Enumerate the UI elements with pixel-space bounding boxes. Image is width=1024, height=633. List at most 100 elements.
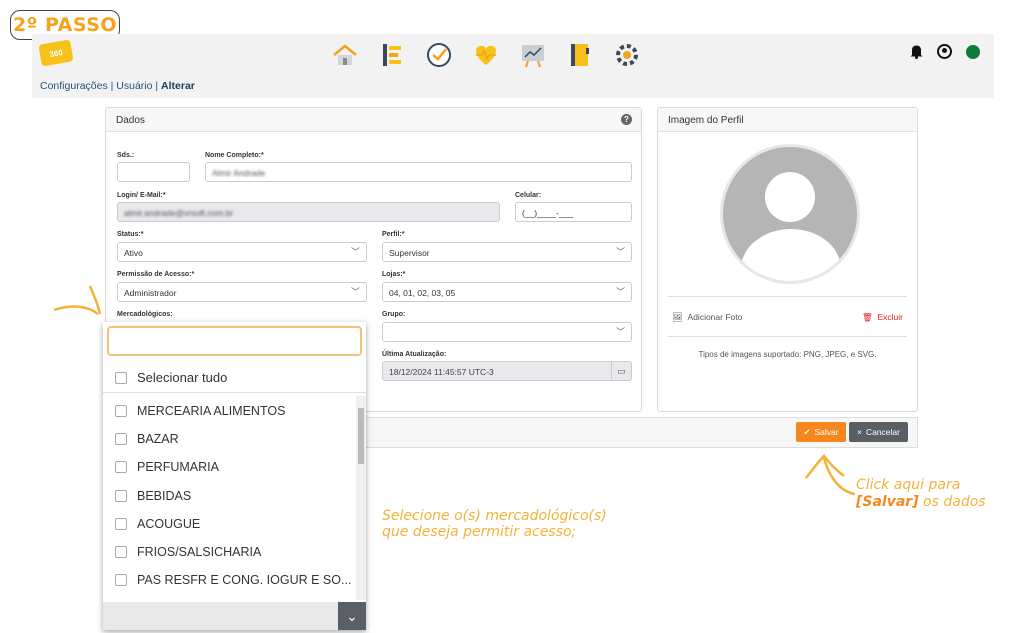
- chevron-down-icon: ﹀: [615, 327, 625, 337]
- checkbox[interactable]: [115, 433, 127, 446]
- chevron-down-icon: ﹀: [350, 247, 360, 257]
- select-all-option[interactable]: Selecionar tudo: [103, 363, 366, 393]
- login-field: almir.andrade@vrsoft.com.br: [117, 202, 500, 222]
- app-logo[interactable]: 360: [38, 39, 74, 67]
- list-item[interactable]: BEBIDAS: [103, 482, 356, 510]
- user-account-icon[interactable]: [937, 44, 952, 59]
- checkbox[interactable]: [115, 517, 127, 530]
- perfil-value: Supervisor: [389, 248, 430, 258]
- cancel-button[interactable]: × Cancelar: [849, 422, 908, 442]
- login-label: Login/ E-Mail:*: [117, 192, 166, 199]
- celular-label: Celular:: [515, 192, 542, 199]
- permissao-value: Administrador: [124, 288, 177, 298]
- select-all-label: Selecionar tudo: [137, 370, 228, 385]
- avatar: [720, 144, 860, 284]
- ultima-field: 18/12/2024 11:45:57 UTC-3 ▭: [382, 361, 632, 381]
- checkbox[interactable]: [115, 546, 127, 559]
- chevron-down-icon: ﹀: [615, 247, 625, 257]
- image-icon: 🖼: [672, 312, 683, 322]
- sds-field[interactable]: [117, 162, 190, 182]
- notebook-icon[interactable]: [565, 40, 595, 70]
- option-label: FRIOS/SALSICHARIA: [137, 545, 262, 560]
- status-select[interactable]: Ativo ﹀: [117, 242, 367, 262]
- sds-label: Sds.:: [117, 152, 135, 159]
- mercadologicos-dropdown: Selecionar tudo MERCEARIA ALIMENTOS BAZA…: [103, 322, 366, 630]
- option-label: ACOUGUE: [137, 516, 201, 531]
- trash-icon: 🗑: [861, 312, 873, 322]
- lojas-select[interactable]: 04, 01, 02, 03, 05 ﹀: [382, 282, 632, 302]
- calendar-icon[interactable]: ▭: [611, 362, 631, 380]
- check-icon[interactable]: [424, 40, 454, 70]
- save-label: Salvar: [814, 427, 839, 437]
- save-button[interactable]: ✔ Salvar: [796, 422, 846, 442]
- nome-value: Almir Andrade: [212, 168, 266, 178]
- breadcrumb: Configurações | Usuário | Alterar: [32, 76, 994, 98]
- mercadologicos-label: Mercadológicos:: [117, 311, 173, 318]
- list-item[interactable]: PAS RESFR E CONG. IOGUR E SO...: [103, 566, 356, 594]
- annotation-line: que deseja permitir acesso;: [382, 524, 577, 540]
- list-item[interactable]: MERCEARIA ALIMENTOS: [103, 397, 356, 425]
- nome-label: Nome Completo:*: [205, 152, 264, 159]
- annotation-line: Selecione o(s) mercadológico(s): [382, 508, 607, 524]
- check-icon: ✔: [803, 426, 811, 437]
- cancel-label: Cancelar: [865, 427, 900, 437]
- divider: [668, 336, 907, 337]
- list-item[interactable]: ACOUGUE: [103, 510, 356, 538]
- perfil-panel: Imagem do Perfil 🖼 Adicionar Foto 🗑 Excl…: [657, 107, 918, 412]
- grupo-label: Grupo:: [382, 311, 406, 318]
- delete-photo-button[interactable]: 🗑 Excluir: [862, 312, 903, 323]
- health-heart-icon[interactable]: [471, 40, 501, 70]
- dropdown-footer: ⌄: [103, 602, 366, 630]
- option-label: BEBIDAS: [137, 488, 192, 503]
- grupo-select[interactable]: ﹀: [382, 322, 632, 342]
- chevron-down-icon: ﹀: [350, 287, 360, 297]
- chevron-down-icon: ﹀: [615, 287, 625, 297]
- chevron-down-icon[interactable]: ⌄: [338, 602, 366, 630]
- dados-panel-header: Dados ?: [106, 108, 641, 132]
- checkbox[interactable]: [115, 489, 127, 502]
- annotation-arrow-save: [805, 454, 856, 496]
- list-item[interactable]: BAZAR: [103, 425, 356, 453]
- annotation-save-text: Click aqui para [Salvar] os dados: [856, 477, 986, 511]
- top-navbar: 360: [32, 34, 994, 76]
- checkbox[interactable]: [115, 461, 127, 474]
- dropdown-search-input[interactable]: [107, 326, 362, 356]
- perfil-select[interactable]: Supervisor ﹀: [382, 242, 632, 262]
- list-icon[interactable]: [377, 40, 407, 70]
- dados-title: Dados: [116, 115, 145, 126]
- checkbox[interactable]: [115, 371, 127, 384]
- perfil-label: Perfil:*: [382, 231, 405, 238]
- permissao-select[interactable]: Administrador ﹀: [117, 282, 367, 302]
- celular-field[interactable]: (__)____-___: [515, 202, 632, 222]
- online-status-dot: [966, 44, 980, 59]
- option-label: PERFUMARIA: [137, 460, 219, 475]
- add-photo-label: Adicionar Foto: [687, 312, 743, 322]
- ultima-value: 18/12/2024 11:45:57 UTC-3: [389, 367, 494, 377]
- chart-board-icon[interactable]: [518, 40, 548, 70]
- dropdown-options: MERCEARIA ALIMENTOS BAZAR PERFUMARIA BEB…: [103, 397, 356, 594]
- settings-network-icon[interactable]: [612, 40, 642, 70]
- breadcrumb-path[interactable]: Configurações | Usuário |: [40, 80, 161, 92]
- checkbox[interactable]: [115, 405, 127, 418]
- lojas-label: Lojas:*: [382, 271, 406, 278]
- home-icon[interactable]: [330, 40, 360, 70]
- checkbox[interactable]: [115, 574, 127, 587]
- breadcrumb-current: Alterar: [161, 80, 195, 92]
- user-area: [910, 44, 980, 59]
- status-label: Status:*: [117, 231, 144, 238]
- close-icon: ×: [857, 427, 862, 437]
- nome-field[interactable]: Almir Andrade: [205, 162, 632, 182]
- status-value: Ativo: [124, 248, 143, 258]
- annotation-arrow-left: [53, 285, 102, 316]
- login-value: almir.andrade@vrsoft.com.br: [124, 208, 234, 218]
- help-icon[interactable]: ?: [621, 114, 632, 125]
- scroll-thumb[interactable]: [358, 408, 364, 464]
- annotation-line: [Salvar] os dados: [856, 494, 986, 511]
- bell-icon[interactable]: [910, 44, 923, 59]
- list-item[interactable]: PERFUMARIA: [103, 453, 356, 481]
- dropdown-scrollbar[interactable]: [356, 396, 366, 600]
- add-photo-button[interactable]: 🖼 Adicionar Foto: [672, 312, 742, 323]
- list-item[interactable]: FRIOS/SALSICHARIA: [103, 538, 356, 566]
- perfil-panel-header: Imagem do Perfil: [658, 108, 917, 132]
- option-label: MERCEARIA ALIMENTOS: [137, 404, 286, 419]
